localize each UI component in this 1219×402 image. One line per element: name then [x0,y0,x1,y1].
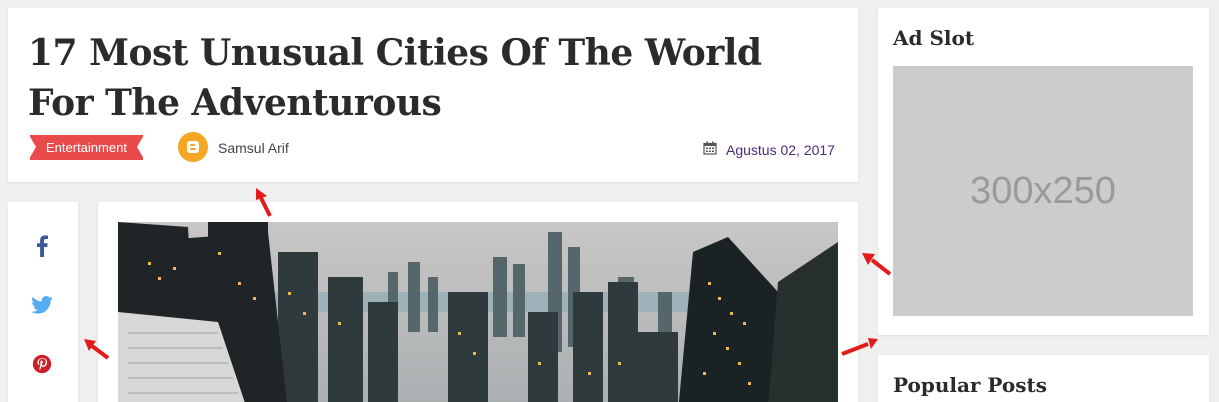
author-name[interactable]: Samsul Arif [218,140,289,156]
annotation-arrow-left [84,339,110,360]
calendar-icon [703,141,717,155]
popular-posts-title: Popular Posts [893,373,1048,397]
popular-posts-widget: Popular Posts [878,355,1209,402]
author-avatar[interactable] [178,132,208,162]
post-title: 17 Most Unusual Cities Of The World For … [28,32,762,124]
annotation-arrow-upper-right [862,253,892,276]
category-label[interactable]: Entertainment [29,135,144,160]
post-header-card: 17 Most Unusual Cities Of The World For … [8,8,858,182]
pinterest-icon[interactable] [30,352,54,376]
featured-image[interactable] [118,222,838,402]
blogger-icon [187,141,199,153]
article-card [98,202,858,402]
twitter-icon[interactable] [30,293,54,317]
ad-slot-title: Ad Slot [893,26,975,50]
share-bar [8,202,78,402]
city-skyline-image [118,222,838,402]
ad-placeholder[interactable]: 300x250 [893,66,1193,316]
annotation-arrow-up [256,188,272,217]
post-date: Agustus 02, 2017 [726,142,835,158]
facebook-icon[interactable] [30,234,54,258]
ad-slot-widget: Ad Slot 300x250 [878,8,1209,335]
annotation-arrow-lower-right [841,338,878,356]
